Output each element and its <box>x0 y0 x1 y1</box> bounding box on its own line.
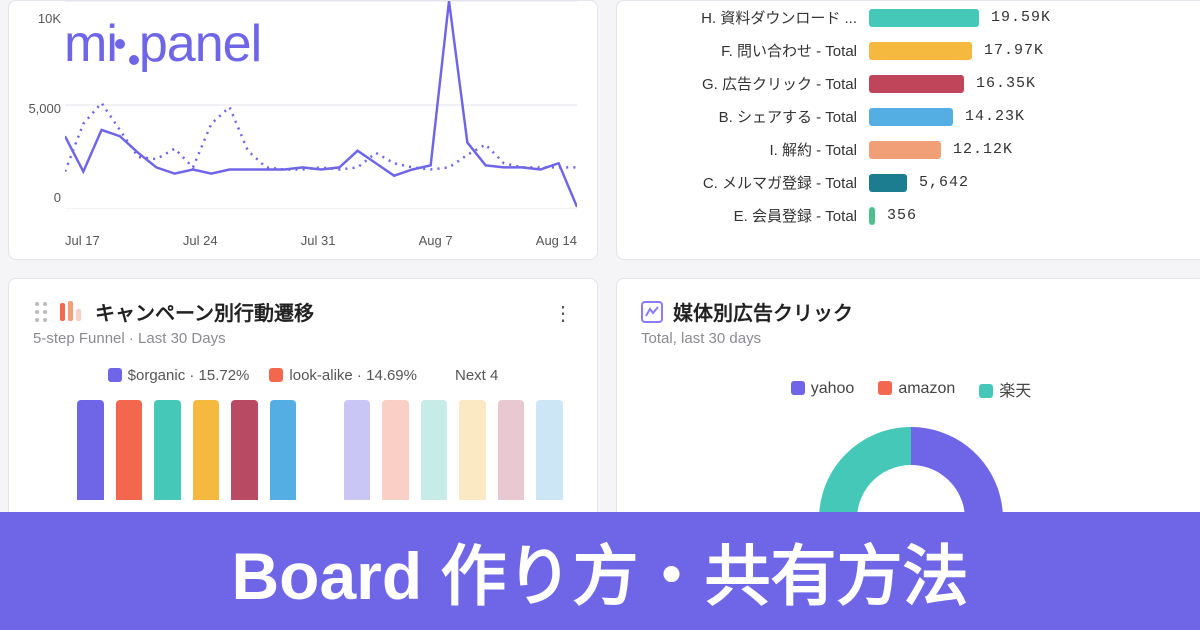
funnel-bar <box>116 400 143 500</box>
funnel-bar <box>77 400 104 500</box>
barlist-bar <box>869 75 964 93</box>
barlist-bar <box>869 108 953 126</box>
funnel-bar <box>421 400 448 500</box>
funnel-bar <box>382 400 409 500</box>
barlist-row: F. 問い合わせ - Total 17.97K <box>637 34 1185 67</box>
barlist-label: F. 問い合わせ - Total <box>637 40 857 61</box>
kebab-menu-icon[interactable]: ⋮ <box>553 301 571 326</box>
barlist-row: E. 会員登録 - Total 356 <box>637 199 1185 232</box>
legend-item: $organic · 15.72% <box>108 367 250 384</box>
barlist-label: E. 会員登録 - Total <box>637 205 857 226</box>
y-axis-ticks: 10K5,0000 <box>21 1 61 211</box>
funnel-bar <box>231 400 258 500</box>
donut-subtitle: Total, last 30 days <box>641 330 1181 347</box>
barlist-row: I. 解約 - Total 12.12K <box>637 133 1185 166</box>
funnel-bar <box>154 400 181 500</box>
barlist-row: H. 資料ダウンロード ... 19.59K <box>637 1 1185 34</box>
barlist-value: 14.23K <box>965 108 1025 125</box>
funnel-bar <box>193 400 220 500</box>
barlist-label: I. 解約 - Total <box>637 139 857 160</box>
barlist-label: H. 資料ダウンロード ... <box>637 7 857 28</box>
funnel-bar <box>344 400 371 500</box>
funnel-legend: $organic · 15.72% look-alike · 14.69% Next… <box>33 367 573 384</box>
legend-item: look-alike · 14.69% <box>269 367 417 384</box>
barlist-label: B. シェアする - Total <box>637 106 857 127</box>
barlist-value: 5,642 <box>919 174 969 191</box>
barlist-value: 19.59K <box>991 9 1051 26</box>
barlist-value: 12.12K <box>953 141 1013 158</box>
funnel-bar <box>270 400 297 500</box>
legend-item: 楽天 <box>979 377 1031 401</box>
barlist-label: C. メルマガ登録 - Total <box>637 172 857 193</box>
funnel-bar <box>459 400 486 500</box>
barlist-row: G. 広告クリック - Total 16.35K <box>637 67 1185 100</box>
barlist-bar <box>869 42 972 60</box>
donut-legend: yahoo amazon 楽天 <box>641 377 1181 401</box>
banner: Board 作り方・共有方法 <box>0 512 1200 630</box>
drag-handle-icon[interactable] <box>33 300 49 324</box>
funnel-bar <box>498 400 525 500</box>
funnel-bar <box>536 400 563 500</box>
legend-item: amazon <box>878 380 955 398</box>
legend-item: yahoo <box>791 380 855 398</box>
ranked-bars-card: H. 資料ダウンロード ... 19.59K F. 問い合わせ - Total 17.… <box>616 0 1200 260</box>
funnel-icon <box>59 301 85 323</box>
barlist-row: C. メルマガ登録 - Total 5,642 <box>637 166 1185 199</box>
barlist-value: 16.35K <box>976 75 1036 92</box>
banner-text: Board 作り方・共有方法 <box>231 523 968 619</box>
barlist-bar <box>869 141 941 159</box>
barlist-bar <box>869 174 907 192</box>
next-button[interactable]: Next 4 <box>455 367 498 384</box>
barlist-label: G. 広告クリック - Total <box>637 73 857 94</box>
barlist-row: B. シェアする - Total 14.23K <box>637 100 1185 133</box>
barlist-bar <box>869 9 979 27</box>
line-chart-icon <box>641 301 663 323</box>
barlist-value: 17.97K <box>984 42 1044 59</box>
mixpanel-logo: mipanel <box>64 14 261 74</box>
barlist-bar <box>869 207 875 225</box>
donut-title: 媒体別広告クリック <box>673 297 853 326</box>
funnel-title: キャンペーン別行動遷移 <box>95 297 314 326</box>
barlist-value: 356 <box>887 207 917 224</box>
funnel-subtitle: 5-step Funnel · Last 30 Days <box>33 330 573 347</box>
x-axis-ticks: Jul 17Jul 24Jul 31Aug 7Aug 14 <box>65 233 577 253</box>
